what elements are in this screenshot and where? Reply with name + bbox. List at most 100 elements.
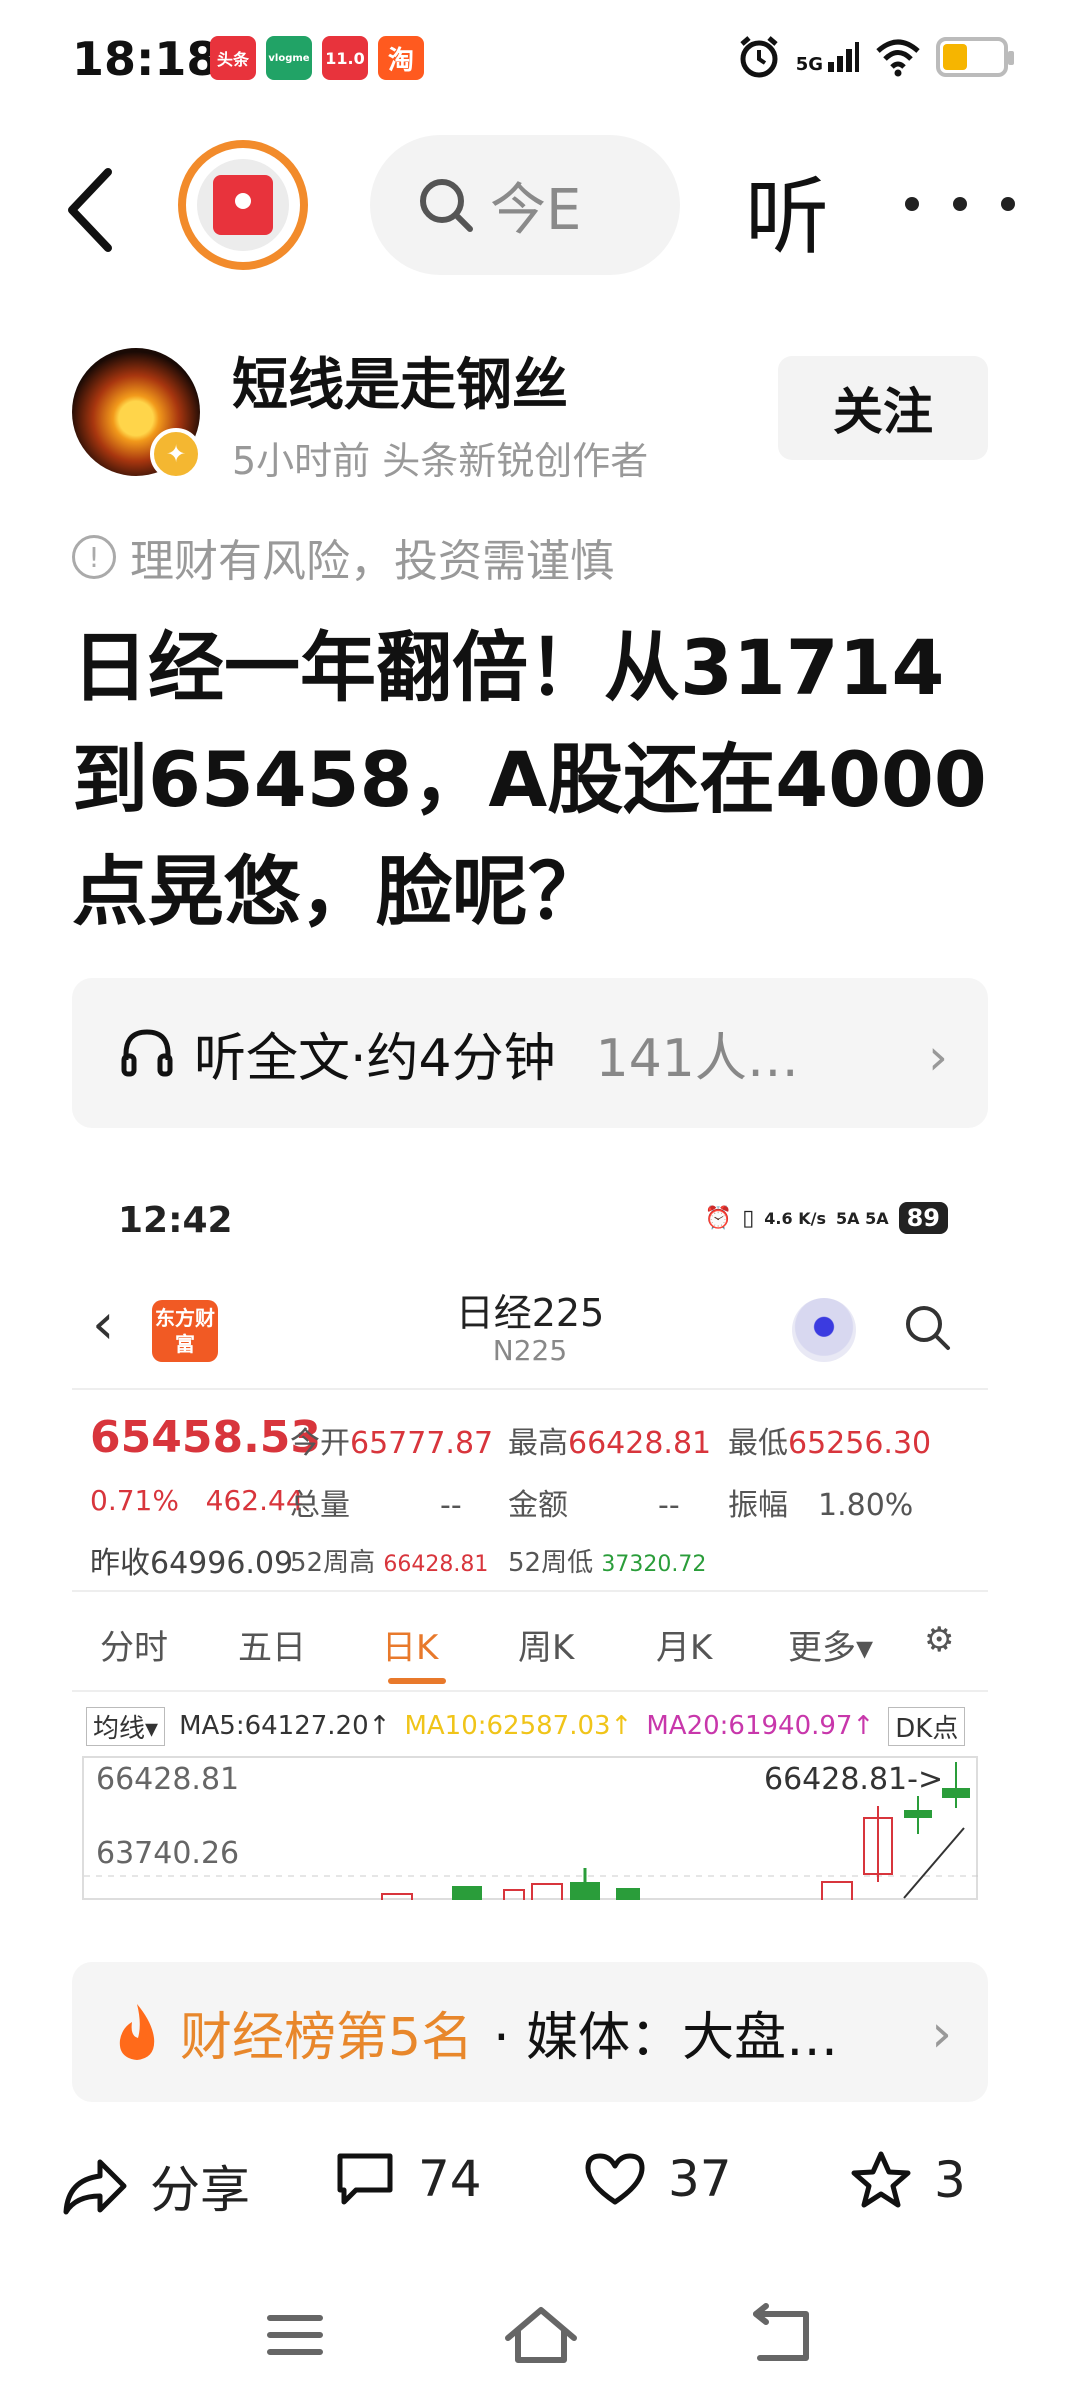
ma20-value: MA20:61940.97↑ (646, 1711, 875, 1741)
image-status-icons: ⏰ ▯ 4.6 K/s 5A 5A 89 (705, 1202, 948, 1234)
wk52-low-label: 52周低 (508, 1548, 594, 1578)
active-tab-underline (388, 1678, 446, 1684)
signal-icon: 5G (796, 40, 860, 74)
dk-label: DK点 (888, 1706, 966, 1746)
share-button[interactable]: 分享 (62, 2150, 250, 2222)
app-notif-icon: 11.0 (322, 36, 368, 80)
volume-value: -- (440, 1488, 462, 1523)
more-options-icon[interactable] (905, 174, 1015, 234)
low-value: 65256.30 (788, 1426, 932, 1461)
ma5-line (903, 1827, 965, 1899)
open-value: 65777.87 (350, 1426, 494, 1461)
home-icon[interactable] (496, 2300, 586, 2370)
article-title: 日经一年翻倍！从31714到65458，A股还在4000点晃悠，脸呢？ (72, 623, 987, 936)
listen-button[interactable]: 听 (745, 150, 829, 271)
rank-label: 财经榜第5名 (180, 2007, 474, 2068)
image-net-speed: 4.6 K/s (764, 1208, 826, 1228)
tab-daily-k: 日K (382, 1628, 439, 1668)
system-nav-bar (0, 2280, 1080, 2400)
comment-count: 74 (418, 2150, 482, 2208)
quote-panel: 65458.53 0.71% 462.44 昨收64996.09 今开65777… (72, 1392, 988, 1592)
author-name[interactable]: 短线是走钢丝 (232, 340, 568, 421)
low-cell: 最低65256.30 (728, 1418, 931, 1462)
creator-badge-icon: ✦ (150, 428, 202, 480)
image-header: ‹ 东方财富 日经225 N225 (72, 1262, 988, 1390)
amount-label: 金额 (508, 1488, 568, 1523)
like-button[interactable]: 37 (584, 2150, 732, 2208)
risk-notice: ! 理财有风险，投资需谨慎 (72, 525, 614, 589)
flame-icon (119, 2004, 155, 2060)
open-label: 今开 (290, 1426, 350, 1461)
open-cell: 今开65777.87 (290, 1418, 493, 1462)
wk52-high-value: 66428.81 (383, 1552, 489, 1577)
image-search-icon (906, 1306, 950, 1350)
image-signal: 5A 5A (835, 1208, 889, 1228)
share-icon (63, 2159, 127, 2215)
chevron-right-icon: › (928, 1028, 948, 1086)
candle (503, 1889, 525, 1900)
listen-label: 听全文·约4分钟 (194, 1028, 556, 1089)
ma-mode: 均线▾ (86, 1706, 166, 1746)
image-status-bar: 12:42 ⏰ ▯ 4.6 K/s 5A 5A 89 (72, 1172, 988, 1262)
settings-gear-icon: ⚙ (924, 1620, 955, 1660)
candle (531, 1883, 563, 1900)
heart-icon (585, 2153, 645, 2205)
favorite-button[interactable]: 3 (850, 2150, 966, 2210)
red-envelope-icon (213, 175, 273, 235)
like-count: 37 (668, 2150, 732, 2208)
prev-close: 昨收64996.09 (90, 1538, 293, 1582)
chart-tabs: 分时 五日 日K 周K 月K 更多▾ ⚙ (72, 1592, 988, 1692)
headphones-icon (121, 1029, 173, 1077)
wk52-low-value: 37320.72 (601, 1552, 707, 1577)
candlestick-chart: 66428.81 63740.26 66428.81-> (82, 1756, 980, 1900)
listener-count: 141人… (595, 1028, 799, 1089)
signal-bars-icon (828, 42, 859, 72)
image-battery: 89 (898, 1202, 948, 1234)
image-vibrate-icon: ▯ (742, 1205, 755, 1231)
favorite-count: 3 (934, 2151, 966, 2209)
status-time: 18:18 (72, 32, 219, 86)
moving-average-row: 均线▾ MA5:64127.20↑ MA10:62587.03↑ MA20:61… (72, 1698, 988, 1754)
back-nav-icon[interactable] (736, 2300, 826, 2370)
status-bar: 18:18 头条 vlogme 11.0 淘 5G (0, 0, 1080, 120)
listen-full-article-bar[interactable]: 听全文·约4分钟 141人… › (72, 978, 988, 1128)
amplitude-cell: 振幅 1.80% (728, 1480, 913, 1524)
amount-cell: 金额 -- (508, 1480, 680, 1524)
amount-value: -- (658, 1488, 680, 1523)
author-meta: 5小时前 头条新锐创作者 (232, 439, 649, 483)
search-input[interactable]: 今E (370, 135, 680, 275)
top-nav: 今E 听 (0, 130, 1080, 280)
taobao-notif-icon: 淘 (378, 36, 424, 80)
comment-button[interactable]: 74 (334, 2150, 482, 2208)
price-change: 0.71% 462.44 (90, 1484, 304, 1517)
wifi-icon (876, 39, 920, 77)
back-arrow-icon[interactable] (58, 160, 128, 260)
candle (570, 1882, 600, 1900)
chevron-right-icon: › (931, 2004, 952, 2064)
search-placeholder: 今E (490, 177, 582, 243)
vivo-home-notif-icon: vlogme (266, 36, 312, 80)
image-alarm-icon: ⏰ (704, 1205, 733, 1231)
finance-rank-bar[interactable]: 财经榜第5名 · 媒体：大盘… › (72, 1962, 988, 2102)
robot-icon (792, 1298, 856, 1362)
toutiao-notif-icon: 头条 (210, 36, 256, 80)
tab-more: 更多▾ (788, 1628, 874, 1668)
volume-label: 总量 (290, 1488, 350, 1523)
author-header: ✦ 短线是走钢丝 5小时前 头条新锐创作者 关注 (0, 340, 1080, 490)
ma10-value: MA10:62587.03↑ (404, 1711, 633, 1741)
change-pct: 0.71% (90, 1484, 179, 1517)
network-type: 5G (795, 54, 823, 75)
article-image[interactable]: 12:42 ⏰ ▯ 4.6 K/s 5A 5A 89 ‹ 东方财富 日经225 … (72, 1172, 988, 1900)
follow-button[interactable]: 关注 (778, 356, 988, 460)
ma5-value: MA5:64127.20↑ (179, 1711, 391, 1741)
notification-icons: 头条 vlogme 11.0 淘 (210, 36, 424, 80)
alarm-icon (740, 36, 778, 78)
high-label: 最高 (508, 1426, 568, 1461)
candle (381, 1893, 413, 1900)
red-packet-button[interactable] (178, 140, 308, 270)
candle (616, 1888, 640, 1900)
action-bar: 分享 74 37 3 (0, 2130, 1080, 2240)
wk52-low-cell: 52周低 37320.72 (508, 1542, 706, 1579)
menu-icon[interactable] (250, 2300, 340, 2370)
tab-monthly-k: 月K (656, 1628, 713, 1668)
